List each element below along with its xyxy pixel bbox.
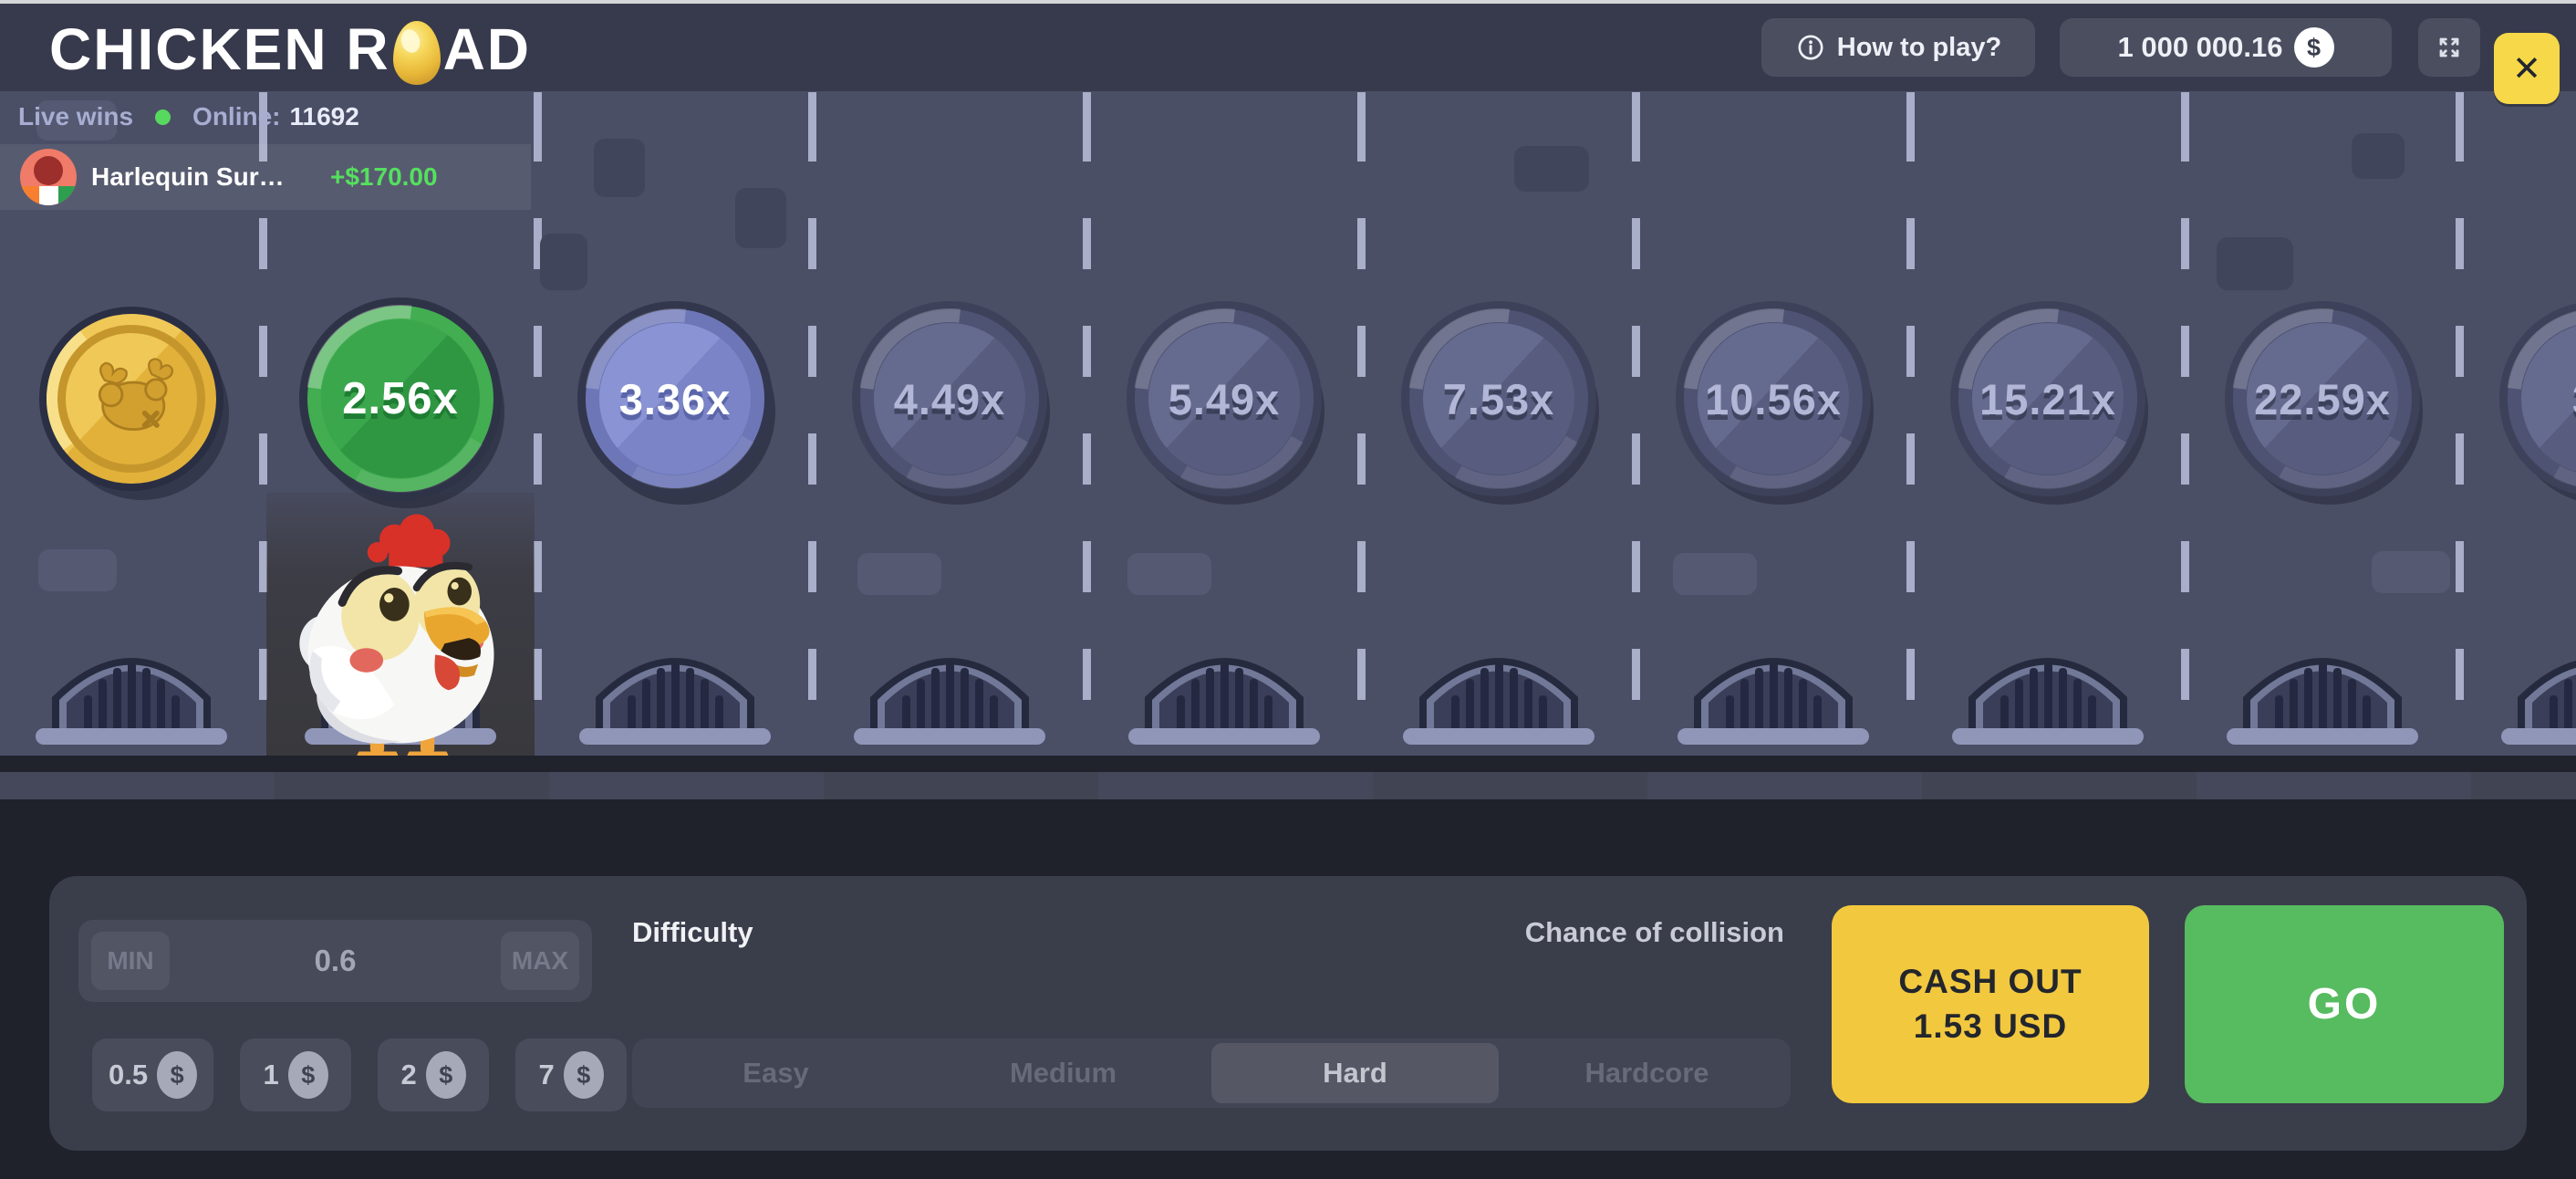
multiplier-2.56x: 2.56x xyxy=(307,306,493,492)
difficulty-tabs: EasyMediumHardHardcore xyxy=(632,1038,1791,1108)
multiplier-22.59x: 22.59x xyxy=(2233,309,2412,488)
live-win-notification: Harlequin Sur… +$170.00 xyxy=(0,144,531,210)
sewer-grate xyxy=(579,628,771,745)
chance-of-collision-label: Chance of collision xyxy=(1500,916,1784,949)
road-curb xyxy=(0,756,2576,772)
go-button[interactable]: GO xyxy=(2185,905,2504,1103)
bet-max-button[interactable]: MAX xyxy=(501,932,579,990)
how-to-play-label: How to play? xyxy=(1837,33,2001,63)
sewer-grate xyxy=(1952,628,2144,745)
collected-coin xyxy=(47,314,216,484)
win-amount: +$170.00 xyxy=(330,162,438,192)
cash-out-line2: 1.53 USD xyxy=(1914,1007,2067,1047)
dollar-coin-icon: $ xyxy=(564,1051,604,1099)
how-to-play-button[interactable]: How to play? xyxy=(1761,18,2035,77)
lane-divider xyxy=(2456,91,2464,756)
difficulty-tab-hardcore[interactable]: Hardcore xyxy=(1503,1038,1791,1108)
sewer-grate xyxy=(2227,628,2418,745)
dollar-coin-icon: $ xyxy=(2294,27,2334,68)
bet-chip-2[interactable]: 2$ xyxy=(378,1038,489,1111)
sewer-grate xyxy=(1678,628,1869,745)
bet-chip-0.5[interactable]: 0.5 $ xyxy=(92,1038,213,1111)
lane-divider xyxy=(808,91,816,756)
bet-chip-value: 2 xyxy=(400,1059,416,1091)
dollar-coin-icon: $ xyxy=(426,1051,466,1099)
balance-display[interactable]: 1 000 000.16 $ xyxy=(2060,18,2392,77)
live-wins-row: Live wins Online: 11692 xyxy=(18,102,359,131)
road-patch xyxy=(857,553,941,595)
multiplier-15.21x: 15.21x xyxy=(1958,309,2137,488)
multiplier-3.36x: 3.36x xyxy=(586,309,764,488)
bet-amount-value[interactable]: 0.6 xyxy=(315,944,357,978)
road-sidewalk xyxy=(0,772,2576,799)
road-patch xyxy=(2352,133,2405,179)
live-wins-label: Live wins xyxy=(18,102,133,131)
sewer-grate xyxy=(854,628,1045,745)
lane-divider xyxy=(2181,91,2189,756)
sewer-grate xyxy=(2501,628,2576,745)
multiplier-5.49x: 5.49x xyxy=(1135,309,1314,488)
difficulty-tab-medium[interactable]: Medium xyxy=(919,1038,1207,1108)
bet-amount-box: MIN 0.6 MAX xyxy=(78,920,592,1002)
multiplier-7.53x: 7.53x xyxy=(1409,309,1588,488)
multiplier-10.56x: 10.56x xyxy=(1684,309,1863,488)
info-icon xyxy=(1795,32,1826,63)
bet-min-button[interactable]: MIN xyxy=(91,932,170,990)
sewer-grate xyxy=(36,628,227,745)
chicken-character xyxy=(285,504,517,756)
bet-chip-value: 7 xyxy=(538,1059,554,1091)
road-patch xyxy=(2372,551,2450,593)
logo-text-left: CHICKEN R xyxy=(49,16,390,83)
lane-divider xyxy=(1632,91,1640,756)
bet-chip-value: 0.5 xyxy=(109,1059,148,1091)
bet-chip-row: 0.5$1$2$7$ xyxy=(92,1038,627,1111)
lane-divider xyxy=(1083,91,1091,756)
logo-text-right: AD xyxy=(443,16,531,83)
cash-out-button[interactable]: CASH OUT 1.53 USD xyxy=(1832,905,2149,1103)
player-avatar xyxy=(20,149,77,205)
bet-chip-7[interactable]: 7$ xyxy=(515,1038,627,1111)
chicken-road-game: CHICKEN RAD How to play? 1 000 000.16 $ … xyxy=(0,0,2576,1179)
chicken-road-logo: CHICKEN R AD xyxy=(49,13,531,86)
fullscreen-button[interactable] xyxy=(2418,18,2480,77)
road-patch xyxy=(38,549,117,591)
difficulty-tab-easy[interactable]: Easy xyxy=(632,1038,919,1108)
close-button[interactable]: ✕ xyxy=(2494,33,2560,104)
fullscreen-icon xyxy=(2433,31,2466,64)
egg-logo-icon xyxy=(393,21,441,85)
lane-divider xyxy=(534,91,542,756)
road-patch xyxy=(2217,237,2293,290)
online-status-dot xyxy=(155,110,171,125)
bet-chip-1[interactable]: 1$ xyxy=(240,1038,351,1111)
road-patch xyxy=(1514,146,1589,192)
difficulty-label: Difficulty xyxy=(632,916,753,949)
go-label: GO xyxy=(2308,979,2382,1029)
road-patch xyxy=(594,139,645,197)
window-top-edge xyxy=(0,0,2576,4)
lane-divider xyxy=(1357,91,1366,756)
balance-value: 1 000 000.16 xyxy=(2117,31,2282,64)
difficulty-tab-hard[interactable]: Hard xyxy=(1211,1043,1499,1103)
sewer-grate xyxy=(1128,628,1320,745)
road-patch xyxy=(735,188,786,248)
online-label: Online: xyxy=(192,102,280,131)
road-patch xyxy=(1127,553,1211,595)
multiplier-4.49x: 4.49x xyxy=(860,309,1039,488)
online-count: 11692 xyxy=(290,102,359,131)
lane-divider xyxy=(1906,91,1915,756)
road-patch xyxy=(1673,553,1757,595)
close-icon: ✕ xyxy=(2512,48,2541,89)
top-bar: CHICKEN R AD How to play? 1 000 000.16 $ xyxy=(0,4,2576,91)
dollar-coin-icon: $ xyxy=(157,1051,197,1099)
bet-chip-value: 1 xyxy=(263,1059,278,1091)
control-panel: MIN 0.6 MAX 0.5$1$2$7$ Difficulty Chance… xyxy=(49,876,2527,1151)
cash-out-line1: CASH OUT xyxy=(1898,963,2082,1002)
road-patch xyxy=(540,234,587,290)
sewer-grate xyxy=(1403,628,1594,745)
multiplier-34: 34 xyxy=(2508,309,2576,488)
player-name: Harlequin Sur… xyxy=(91,162,330,192)
dollar-coin-icon: $ xyxy=(288,1051,328,1099)
